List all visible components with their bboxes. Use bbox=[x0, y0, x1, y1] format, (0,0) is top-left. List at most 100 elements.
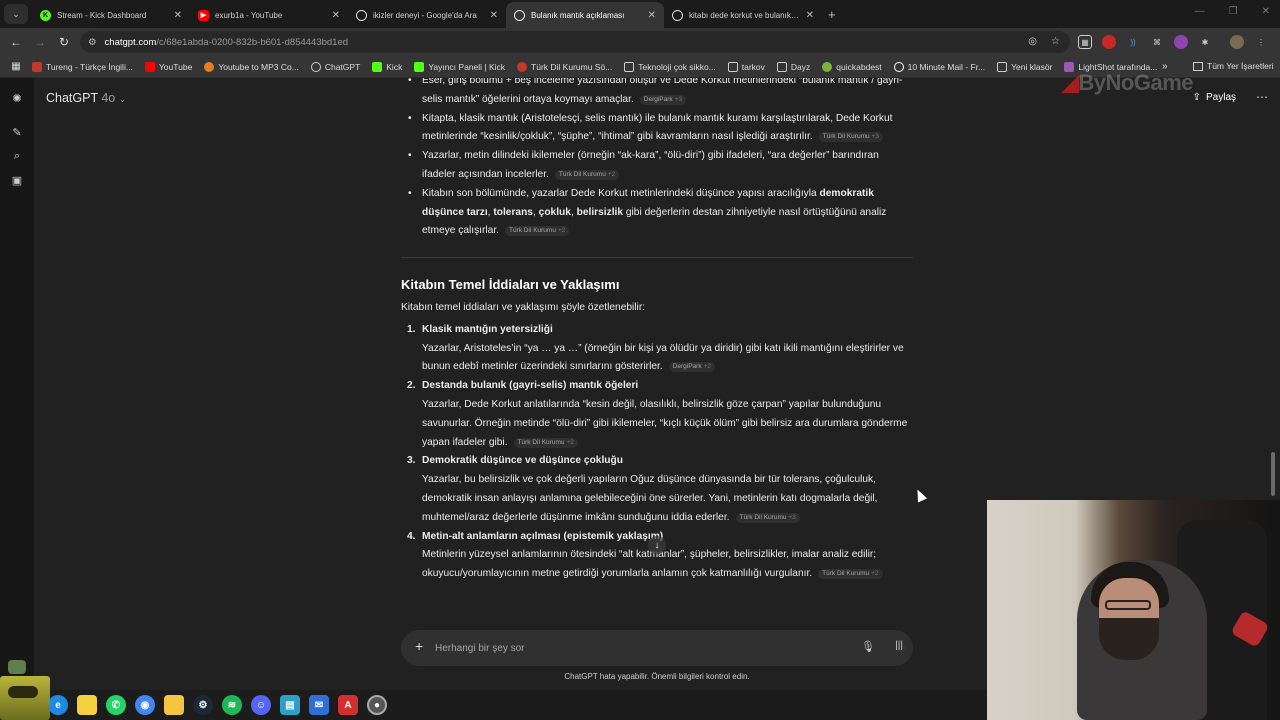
item-number: 1. bbox=[407, 323, 416, 335]
citation-chip[interactable]: Türk Dil Kurumu +2 bbox=[818, 569, 883, 580]
acrobat-icon[interactable]: A bbox=[338, 695, 358, 715]
bookmark-item[interactable]: Tureng - Türkçe İngili... bbox=[32, 61, 133, 72]
back-icon[interactable]: ← bbox=[4, 35, 28, 49]
forward-icon[interactable]: → bbox=[28, 35, 52, 49]
bookmark-item[interactable]: YouTube bbox=[144, 61, 192, 72]
bookmark-item[interactable]: quickabdest bbox=[822, 61, 882, 72]
bookmark-item[interactable]: Youtube to MP3 Co... bbox=[204, 61, 299, 72]
library-icon[interactable]: ▣ bbox=[0, 168, 34, 192]
close-icon[interactable]: ✕ bbox=[490, 10, 498, 21]
more-options-icon[interactable]: ⋯ bbox=[1256, 90, 1268, 104]
tab-title: Stream - Kick Dashboard bbox=[57, 10, 147, 20]
citation-chip[interactable]: Türk Dil Kurumu +2 bbox=[505, 226, 570, 237]
bookmark-star-icon[interactable]: ☆ bbox=[1051, 36, 1060, 47]
add-attachment-icon[interactable]: + bbox=[415, 638, 423, 654]
citation-chip[interactable]: Türk Dil Kurumu +3 bbox=[818, 132, 884, 143]
maximize-icon[interactable]: ❐ bbox=[1229, 6, 1238, 17]
chatgpt-sidebar: ✺ ✎ ⌕ ▣ bbox=[0, 78, 34, 690]
tab-search-icon[interactable]: ⌄ bbox=[4, 4, 28, 24]
obs-icon[interactable]: ● bbox=[367, 695, 387, 715]
bookmark-folder[interactable]: Dayz bbox=[776, 61, 810, 72]
new-chat-icon[interactable]: ✎ bbox=[0, 120, 34, 144]
bookmark-item[interactable]: 10 Minute Mail - Fr... bbox=[893, 61, 986, 72]
tab-youtube[interactable]: ▶ exurb1a - YouTube ✕ bbox=[190, 2, 348, 28]
profile-avatar-icon[interactable] bbox=[1230, 35, 1244, 49]
bookmark-item[interactable]: ChatGPT bbox=[310, 61, 360, 72]
spotify-icon[interactable]: ≋ bbox=[222, 695, 242, 715]
leaf-icon bbox=[822, 61, 833, 72]
reload-icon[interactable]: ↻ bbox=[52, 35, 76, 49]
minimize-icon[interactable]: — bbox=[1195, 6, 1205, 17]
citation-source: Türk Dil Kurumu bbox=[822, 133, 870, 141]
eye-off-icon[interactable]: ◎ bbox=[1028, 36, 1037, 47]
chatgpt-logo-icon[interactable]: ✺ bbox=[0, 86, 34, 110]
bookmark-item[interactable]: Türk Dil Kurumu Sö... bbox=[517, 61, 613, 72]
bookmark-folder[interactable]: tarkov bbox=[727, 61, 765, 72]
bookmark-label: quickabdest bbox=[836, 61, 882, 72]
bold-term: belirsizlik bbox=[576, 206, 624, 218]
item-text: Yazarlar, bu belirsizlik ve çok değerli … bbox=[422, 474, 878, 523]
folder-icon bbox=[624, 61, 635, 72]
clock-icon bbox=[893, 61, 904, 72]
message-input[interactable] bbox=[435, 638, 855, 658]
close-icon[interactable]: ✕ bbox=[648, 10, 656, 21]
bookmark-label: Yeni klasör bbox=[1011, 61, 1053, 72]
tab-kick-dashboard[interactable]: K Stream - Kick Dashboard ✕ bbox=[32, 2, 190, 28]
citation-chip[interactable]: DergiPark +3 bbox=[639, 94, 687, 105]
citation-chip[interactable]: Türk Dil Kurumu +2 bbox=[513, 437, 578, 448]
mail-icon[interactable]: ✉ bbox=[309, 695, 329, 715]
extension-purple-icon[interactable] bbox=[1174, 35, 1188, 49]
citation-chip[interactable]: DergiPark +2 bbox=[668, 362, 715, 373]
extension-wave-icon[interactable]: )) bbox=[1126, 35, 1140, 49]
steam-icon[interactable]: ⚙ bbox=[193, 695, 213, 715]
citation-chip[interactable]: Türk Dil Kurumu +2 bbox=[554, 169, 620, 180]
extension-icon[interactable]: ▦ bbox=[1078, 35, 1092, 49]
microphone-icon[interactable]: 🎙 bbox=[861, 640, 875, 653]
extensions-puzzle-icon[interactable]: ✱ bbox=[1198, 35, 1212, 49]
url-field[interactable]: ⚙ chatgpt.com/c/68e1abda-0200-832b-b601-… bbox=[80, 31, 1070, 53]
close-icon[interactable]: ✕ bbox=[332, 10, 340, 21]
item-text: Metinlerin yüzeysel anlamlarının ötesind… bbox=[422, 549, 877, 580]
scrollbar-thumb[interactable] bbox=[1271, 452, 1275, 496]
browser-tab-bar: ⌄ K Stream - Kick Dashboard ✕ ▶ exurb1a … bbox=[0, 0, 1280, 28]
item-number: 3. bbox=[407, 455, 416, 467]
bookmark-label: 10 Minute Mail - Fr... bbox=[907, 61, 986, 72]
bookmark-folder[interactable]: Yeni klasör bbox=[997, 61, 1053, 72]
search-icon[interactable]: ⌕ bbox=[0, 144, 34, 168]
bookmark-label: Türk Dil Kurumu Sö... bbox=[531, 61, 613, 72]
photos-icon[interactable]: ▤ bbox=[280, 695, 300, 715]
sticky-notes-icon[interactable] bbox=[77, 695, 97, 715]
close-icon[interactable]: ✕ bbox=[174, 10, 182, 21]
file-explorer-icon[interactable] bbox=[164, 695, 184, 715]
citation-chip[interactable]: Türk Dil Kurumu +3 bbox=[735, 512, 800, 523]
all-bookmarks-folder[interactable]: Tüm Yer İşaretleri bbox=[1193, 61, 1274, 71]
new-tab-button[interactable]: + bbox=[828, 7, 836, 22]
model-selector[interactable]: ChatGPT 4o ⌄ bbox=[46, 91, 126, 105]
citation-count: +2 bbox=[871, 570, 879, 578]
scroll-down-button[interactable]: ↓ bbox=[648, 536, 666, 554]
apps-grid-icon[interactable]: ▦ bbox=[6, 61, 26, 72]
chrome-icon[interactable]: ◉ bbox=[135, 695, 155, 715]
share-button[interactable]: ⇪ Paylaş bbox=[1193, 92, 1236, 103]
voice-mode-icon[interactable]: ||| bbox=[895, 640, 903, 651]
tab-bulanik-mantik[interactable]: Bulanık mantık açıklaması ✕ bbox=[506, 2, 664, 28]
bookmark-item[interactable]: Yayıncı Paneli | Kick bbox=[414, 61, 505, 72]
tab-google-search[interactable]: ikizler deneyi - Google'da Ara ✕ bbox=[348, 2, 506, 28]
site-info-icon[interactable]: ⚙ bbox=[88, 37, 97, 48]
close-icon[interactable]: ✕ bbox=[806, 10, 814, 21]
whatsapp-icon[interactable]: ✆ bbox=[106, 695, 126, 715]
tab-title: kitabı dede korkut ve bulanık m bbox=[689, 10, 800, 20]
menu-icon[interactable]: ⋮ bbox=[1254, 35, 1268, 49]
close-window-icon[interactable]: ✕ bbox=[1262, 6, 1270, 17]
model-version: 4o bbox=[101, 91, 116, 105]
citation-count: +2 bbox=[703, 363, 711, 371]
extension-gamepad-icon[interactable]: ⌘ bbox=[1150, 35, 1164, 49]
tab-dede-korkut[interactable]: kitabı dede korkut ve bulanık m ✕ bbox=[664, 2, 822, 28]
disclaimer-text: ChatGPT hata yapabilir. Önemli bilgileri… bbox=[564, 672, 750, 681]
edge-icon[interactable]: e bbox=[48, 695, 68, 715]
bookmark-folder[interactable]: Teknoloji çok sikko... bbox=[624, 61, 716, 72]
bookmark-item[interactable]: Kick bbox=[372, 61, 402, 72]
discord-icon[interactable]: ☺ bbox=[251, 695, 271, 715]
extension-red-icon[interactable] bbox=[1102, 35, 1116, 49]
list-item: Eser, giriş bölümü + beş inceleme yazısı… bbox=[401, 78, 913, 110]
